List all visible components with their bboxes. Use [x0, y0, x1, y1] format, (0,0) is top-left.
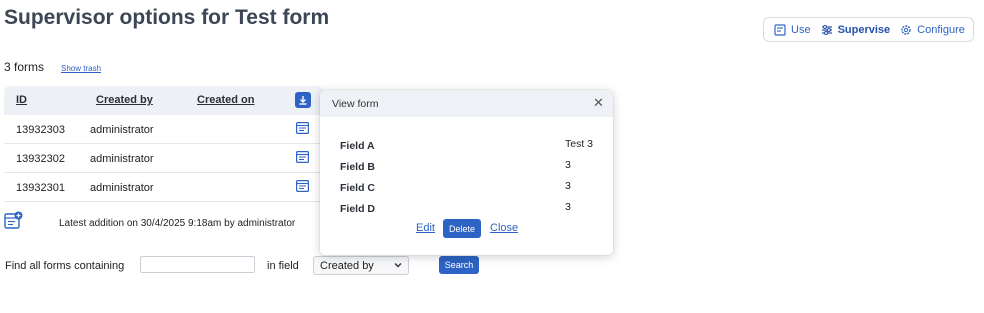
field-name: Field B: [340, 161, 376, 173]
created-by-column-header[interactable]: Created by: [96, 94, 153, 106]
table-row[interactable]: 13932303 administrator: [4, 115, 324, 144]
field-select[interactable]: Created by: [313, 256, 409, 275]
field-name: Field D: [340, 203, 376, 215]
row-created-by: administrator: [90, 182, 154, 194]
table-header: ID Created by Created on: [4, 86, 324, 115]
page-title: Supervisor options for Test form: [4, 6, 330, 29]
add-form-icon[interactable]: [4, 211, 23, 230]
field-value: 3: [565, 159, 571, 171]
view-form-icon[interactable]: [296, 122, 309, 134]
id-column-header[interactable]: ID: [16, 94, 27, 106]
use-mode-link[interactable]: Use: [774, 24, 811, 36]
search-input[interactable]: [140, 256, 255, 273]
dialog-actions: Edit Delete Close: [320, 219, 613, 239]
view-form-icon[interactable]: [296, 180, 309, 192]
created-on-column-header[interactable]: Created on: [197, 94, 254, 106]
chevron-down-icon: [394, 263, 402, 268]
supervise-mode-link[interactable]: Supervise: [821, 23, 891, 36]
field-name: Field C: [340, 182, 376, 194]
row-id: 13932302: [16, 153, 65, 165]
row-created-by: administrator: [90, 124, 154, 136]
field-select-value: Created by: [320, 260, 374, 272]
gear-icon: [901, 24, 911, 35]
sliders-icon: [821, 24, 832, 35]
row-created-by: administrator: [90, 153, 154, 165]
forms-table: ID Created by Created on 13932303 admini…: [4, 86, 324, 202]
configure-mode-link[interactable]: Configure: [900, 24, 965, 36]
row-id: 13932301: [16, 182, 65, 194]
show-trash-link[interactable]: Show trash: [61, 64, 101, 73]
edit-link[interactable]: Edit: [416, 222, 435, 234]
dialog-header: View form ✕: [320, 90, 613, 117]
search-button[interactable]: Search: [439, 256, 479, 274]
table-row[interactable]: 13932302 administrator: [4, 144, 324, 173]
field-value: 3: [565, 180, 571, 192]
mode-switcher: Use Supervise Configure: [763, 17, 974, 42]
find-label: Find all forms containing: [5, 260, 125, 272]
supervise-mode-label: Supervise: [837, 23, 891, 36]
field-name: Field A: [340, 140, 375, 152]
latest-addition-text: Latest addition on 30/4/2025 9:18am by a…: [59, 218, 296, 229]
in-field-label: in field: [267, 260, 299, 272]
close-link[interactable]: Close: [490, 222, 518, 234]
row-id: 13932303: [16, 124, 65, 136]
close-icon[interactable]: ✕: [593, 96, 604, 109]
download-button[interactable]: [295, 92, 311, 108]
download-icon: [299, 96, 307, 105]
delete-button[interactable]: Delete: [443, 219, 481, 238]
field-value: Test 3: [565, 138, 594, 150]
configure-mode-label: Configure: [917, 23, 965, 36]
form-count: 3 forms: [4, 60, 45, 74]
table-row[interactable]: 13932301 administrator: [4, 173, 324, 202]
use-mode-label: Use: [791, 23, 811, 36]
dialog-title: View form: [332, 98, 379, 110]
form-icon: [774, 23, 786, 36]
view-form-icon[interactable]: [296, 151, 309, 163]
view-form-dialog: View form ✕ Field A Test 3 Field B 3 Fie…: [320, 90, 613, 255]
field-value: 3: [565, 201, 571, 213]
